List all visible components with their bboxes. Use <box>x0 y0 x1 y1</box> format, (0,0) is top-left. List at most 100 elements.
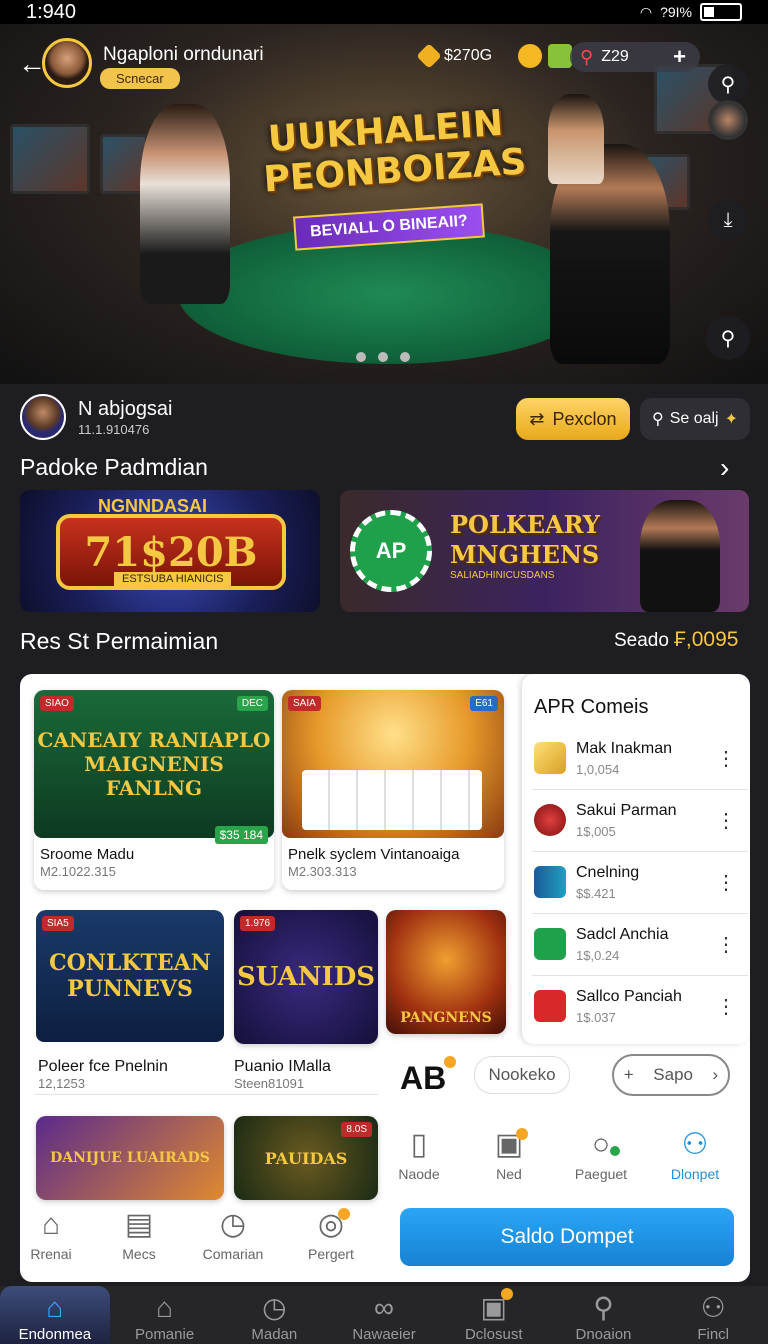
list-item-value: 1$,005 <box>576 824 616 839</box>
tab-comarian[interactable]: ◷ Comarian <box>192 1204 274 1262</box>
location-icon[interactable]: ⚲ <box>706 316 750 360</box>
house-icon: ⌂ <box>156 1292 174 1323</box>
nav-item-home[interactable]: ⌂ Endonmea <box>0 1286 110 1344</box>
more-vertical-icon[interactable]: ⋮ <box>716 746 736 771</box>
puzzle-icon <box>416 43 442 69</box>
game-card[interactable]: SAIA E61 Pnelk syclem Vintanoaiga M2.303… <box>282 690 504 890</box>
chevron-right-icon: › <box>712 1065 719 1084</box>
wallet-toolbar: AB Nookeko + Sapo › <box>390 1044 750 1104</box>
nav-label: Nawaeier <box>352 1326 416 1343</box>
search-button-label: Se oalj <box>669 410 719 427</box>
user-row: N abjogsai 11.1.910476 ⇄ Pexclon ⚲ Se oa… <box>20 392 750 444</box>
tab-label: Dlonpet <box>670 1166 720 1182</box>
search-icon[interactable]: ⚲ <box>708 64 748 104</box>
tab-paeguet[interactable]: ○ Paeguet <box>560 1124 642 1182</box>
player-figure <box>640 500 720 612</box>
primary-button[interactable]: ⇄ Pexclon <box>516 398 630 440</box>
user-icon: ⚇ <box>681 1128 709 1161</box>
chip-stack-icon <box>534 866 566 898</box>
nav-label: Endonmea <box>18 1326 92 1343</box>
tab-rrenai[interactable]: ⌂ Rrenai <box>20 1204 92 1262</box>
carousel-dot[interactable] <box>356 352 366 362</box>
tab-label: Naode <box>398 1166 440 1182</box>
game-tag: 8.0S <box>341 1122 372 1137</box>
list-item[interactable]: Cnelning $$.421 ⋮ <box>532 852 748 914</box>
gem-icon <box>548 44 573 68</box>
list-item-name: Sallco Panciah <box>576 988 682 1005</box>
more-vertical-icon[interactable]: ⋮ <box>716 808 736 833</box>
saldo-dompet-button[interactable]: Saldo Dompet <box>400 1208 734 1266</box>
list-item-value: 1$.037 <box>576 1010 616 1025</box>
nav-item-fincl[interactable]: ⚇ Fincl <box>658 1286 768 1344</box>
rank-pill[interactable]: ⚲ Z29 + <box>570 42 700 72</box>
tab-dlonpet[interactable]: ⚇ Dlonpet <box>654 1124 736 1182</box>
search-button[interactable]: ⚲ Se oalj ✦ <box>640 398 750 440</box>
coin-icon <box>518 44 543 68</box>
nav-item-madan[interactable]: ◷ Madan <box>219 1286 329 1344</box>
tab-mecs[interactable]: ▤ Mecs <box>98 1204 180 1262</box>
game-sub: M2.303.313 <box>288 864 357 879</box>
divider <box>34 1094 378 1095</box>
coin-balance[interactable]: $270G <box>416 43 573 69</box>
game-card[interactable]: CANEAIY RANIAPLO MAIGNENIS FANLNG SIAO D… <box>34 690 274 890</box>
promo-title: POLKEARY MNGHENS <box>450 510 600 570</box>
nav-item-dnoaion[interactable]: ⚲ Dnoaion <box>549 1286 659 1344</box>
carousel-dot[interactable] <box>400 352 410 362</box>
carousel-dots[interactable] <box>356 352 410 362</box>
avatar[interactable] <box>42 38 92 88</box>
carousel-dot[interactable] <box>378 352 388 362</box>
list-item-name: Sakui Parman <box>576 802 677 819</box>
add-button[interactable]: + Sapo › <box>612 1054 730 1096</box>
game-sub: M2.1022.315 <box>40 864 116 879</box>
tab-label: Ned <box>496 1166 522 1182</box>
playing-cards <box>302 770 482 830</box>
saldo-label: Seado <box>614 630 669 651</box>
chevron-right-icon[interactable]: › <box>720 452 729 484</box>
list-item[interactable]: Sallco Panciah 1$.037 ⋮ <box>532 976 748 1038</box>
avatar[interactable] <box>708 100 748 140</box>
download-icon[interactable]: ⤓ <box>708 200 748 240</box>
list-item[interactable]: Sadcl Anchia 1$,0.24 ⋮ <box>532 914 748 976</box>
poker-chip: AP <box>350 510 432 592</box>
add-icon[interactable]: + <box>673 44 686 70</box>
tab-pergert[interactable]: ◎ Pergert <box>290 1204 372 1262</box>
list-item-name: Mak Inakman <box>576 740 673 757</box>
chips-icon <box>534 804 566 836</box>
list-item-name: Sadcl Anchia <box>576 926 669 943</box>
location-pin-icon: ⚲ <box>580 46 594 67</box>
poker-table <box>178 224 598 364</box>
signal-text: ?9I% <box>660 4 692 20</box>
nav-item-nawaeier[interactable]: ∞ Nawaeier <box>329 1286 439 1344</box>
saldo-value: ₣,0095 <box>674 628 739 651</box>
more-vertical-icon[interactable]: ⋮ <box>716 994 736 1019</box>
game-card[interactable]: CONLKTEAN PUNNEVS SIA5 <box>36 910 224 1072</box>
tab-label: Pergert <box>308 1246 354 1262</box>
player-figure <box>548 94 604 184</box>
logo-text: AB <box>400 1060 447 1096</box>
apr-list: APR Comeis Mak Inakman 1,0,054 ⋮ Sakui P… <box>522 674 750 1044</box>
game-card[interactable]: PANGNENS <box>386 910 506 1034</box>
avatar[interactable] <box>20 394 66 440</box>
player-figure <box>140 104 230 304</box>
game-art: PANGNENS <box>386 910 506 1034</box>
nav-item-dclosust[interactable]: ▣ Dclosust <box>439 1286 549 1344</box>
promo-card[interactable]: NGNNDASAI 71$20B ESTSUBA HIANICIS <box>20 490 320 612</box>
swap-icon: ⇄ <box>529 408 545 429</box>
tab-naode[interactable]: ▯ Naode <box>378 1124 460 1182</box>
list-item[interactable]: Sakui Parman 1$,005 ⋮ <box>532 790 748 852</box>
more-vertical-icon[interactable]: ⋮ <box>716 932 736 957</box>
game-card[interactable]: DANIJUE LUAIRADS <box>36 1116 224 1200</box>
add-button-label: Sapo <box>653 1065 693 1084</box>
tab-ned[interactable]: ▣ Ned <box>468 1124 550 1182</box>
notification-dot <box>338 1208 350 1220</box>
game-card[interactable]: PAUIDAS 8.0S <box>234 1116 378 1200</box>
list-item[interactable]: Mak Inakman 1,0,054 ⋮ <box>532 728 748 790</box>
nav-item-pomanie[interactable]: ⌂ Pomanie <box>110 1286 220 1344</box>
promo-card[interactable]: AP POLKEARY MNGHENS SALIADHINICUSDANS <box>340 490 749 612</box>
hero-banner[interactable]: UUKHALEIN PEONBOIZAS BEVIALL O BINEAII? … <box>0 24 768 384</box>
filter-chip[interactable]: Nookeko <box>474 1056 570 1094</box>
game-card[interactable]: SUANIDS 1.976 <box>234 910 378 1044</box>
user-id: 11.1.910476 <box>78 422 150 437</box>
wifi-icon: ◠ <box>639 3 653 20</box>
more-vertical-icon[interactable]: ⋮ <box>716 870 736 895</box>
